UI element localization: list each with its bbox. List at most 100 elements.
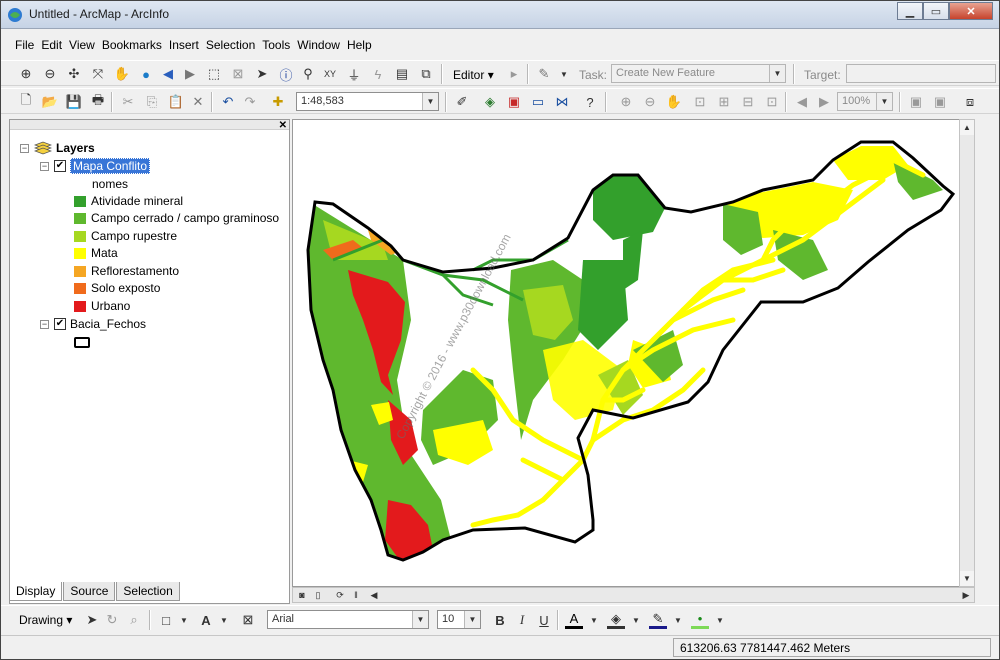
scroll-right-icon[interactable]: ▶ [959, 588, 973, 602]
editor-toolbar-icon[interactable]: ✐ [453, 93, 471, 111]
legend-class-item[interactable]: Reflorestamento [74, 263, 179, 279]
collapse-icon[interactable]: − [20, 143, 29, 153]
menu-tools[interactable]: Tools [262, 38, 290, 52]
fill-color-icon[interactable]: ◈ [607, 611, 625, 629]
measure-icon[interactable]: ⏚ [345, 65, 363, 83]
menu-file[interactable]: File [15, 38, 34, 52]
edit-tool-icon[interactable]: ▸ [505, 65, 523, 83]
map-view[interactable]: Copyright © 2016 - www.p30download.com [292, 119, 975, 587]
legend-class-item[interactable]: Solo exposto [74, 280, 160, 296]
scroll-down-icon[interactable]: ▼ [960, 571, 974, 586]
tab-source[interactable]: Source [63, 582, 116, 601]
layer-bacia-fechos[interactable]: − ✔ Bacia_Fechos [40, 316, 146, 332]
menu-help[interactable]: Help [347, 38, 372, 52]
identify-icon[interactable]: ⓘ [277, 65, 295, 83]
fixed-zoom-in-icon[interactable]: ✣ [65, 65, 83, 83]
modelbuilder-icon[interactable]: ⋈ [553, 93, 571, 111]
fixed-zoom-in-layout-icon[interactable]: ⊞ [715, 93, 733, 111]
previous-extent-icon[interactable]: ◀ [793, 93, 811, 111]
menu-bookmarks[interactable]: Bookmarks [102, 38, 162, 52]
font-color-dropdown-icon[interactable]: ▼ [585, 611, 603, 629]
back-extent-icon[interactable]: ◀ [159, 65, 177, 83]
sketch-dropdown-icon[interactable]: ▼ [555, 65, 573, 83]
sketch-tool-icon[interactable]: ✎ [535, 65, 553, 83]
pan-icon[interactable]: ✋ [113, 65, 131, 83]
rotate-icon[interactable]: ↻ [103, 611, 121, 629]
menu-insert[interactable]: Insert [169, 38, 199, 52]
cut-icon[interactable]: ✂ [119, 93, 137, 111]
scroll-up-icon[interactable]: ▲ [960, 120, 974, 135]
horizontal-scrollbar[interactable]: ◙ ▯ ⟳ ‖ ◀ ▶ [292, 587, 975, 603]
redo-icon[interactable]: ↷ [241, 93, 259, 111]
time-slider-icon[interactable]: ⧉ [417, 65, 435, 83]
layer-mapa-conflito[interactable]: − ✔ Mapa Conflito [40, 158, 151, 174]
layout-zoom-out-icon[interactable]: ⊖ [641, 93, 659, 111]
whats-this-icon[interactable]: ? [581, 93, 599, 111]
shape-dropdown-icon[interactable]: ▼ [175, 611, 193, 629]
html-popup-icon[interactable]: ▤ [393, 65, 411, 83]
toggle-draft-mode-icon[interactable]: ▣ [907, 93, 925, 111]
legend-outline-item[interactable] [74, 334, 90, 350]
arccatalog-icon[interactable]: ◈ [481, 93, 499, 111]
paste-icon[interactable]: 📋 [167, 93, 185, 111]
add-data-icon[interactable]: ✚ [269, 93, 287, 111]
marker-color-dropdown-icon[interactable]: ▼ [711, 611, 729, 629]
map-canvas[interactable]: Copyright © 2016 - www.p30download.com [293, 120, 975, 587]
close-button[interactable]: ✕ [949, 2, 993, 20]
new-document-icon[interactable]: 🗋 [17, 92, 35, 111]
legend-class-item[interactable]: Mata [74, 245, 118, 261]
font-color-icon[interactable]: A [565, 611, 583, 629]
fixed-zoom-out-icon[interactable]: ⤧ [89, 65, 107, 83]
italic-button[interactable]: I [513, 611, 531, 629]
arctoolbox-icon[interactable]: ▣ [505, 93, 523, 111]
print-icon[interactable]: 🖶 [89, 92, 107, 111]
bold-button[interactable]: B [491, 611, 509, 629]
legend-class-item[interactable]: Campo rupestre [74, 228, 177, 244]
menu-edit[interactable]: Edit [41, 38, 62, 52]
select-elements-icon[interactable]: ➤ [83, 611, 101, 629]
line-color-icon[interactable]: ✎ [649, 611, 667, 629]
fixed-zoom-out-layout-icon[interactable]: ⊟ [739, 93, 757, 111]
font-size-dropdown[interactable]: 10 ▼ [437, 610, 481, 629]
clear-selection-icon[interactable]: ⊠ [229, 65, 247, 83]
layer-visibility-checkbox[interactable]: ✔ [54, 318, 66, 330]
hyperlink-icon[interactable]: ϟ [369, 65, 387, 83]
forward-extent-icon[interactable]: ▶ [181, 65, 199, 83]
command-line-icon[interactable]: ▭ [529, 93, 547, 111]
editor-menu[interactable]: Editor ▾ [453, 68, 494, 82]
tab-selection[interactable]: Selection [116, 582, 180, 601]
rectangle-icon[interactable]: □ [157, 611, 175, 629]
zoom-out-icon[interactable]: ⊖ [41, 65, 59, 83]
menu-view[interactable]: View [69, 38, 95, 52]
layer-name[interactable]: Mapa Conflito [70, 158, 151, 174]
minimize-button[interactable]: ▁ [897, 2, 923, 20]
insert-picture-icon[interactable]: ⊠ [239, 611, 257, 629]
menu-window[interactable]: Window [297, 38, 340, 52]
layout-view-icon[interactable]: ▯ [311, 588, 325, 602]
zoom-100-icon[interactable]: ⊡ [763, 93, 781, 111]
layout-zoom-dropdown[interactable]: 100% ▼ [837, 92, 893, 111]
layer-visibility-checkbox[interactable]: ✔ [54, 160, 66, 172]
toc-root-layers[interactable]: − Layers [20, 140, 95, 156]
map-scale-dropdown[interactable]: 1:48,583 ▼ [296, 92, 439, 111]
font-name-dropdown[interactable]: Arial ▼ [267, 610, 429, 629]
underline-button[interactable]: U [535, 611, 553, 629]
legend-class-item[interactable]: Atividade mineral [74, 193, 183, 209]
refresh-icon[interactable]: ⟳ [333, 588, 347, 602]
zoom-to-selected-icon[interactable]: ⌕ [125, 611, 143, 629]
tab-display[interactable]: Display [9, 582, 63, 601]
legend-class-item[interactable]: Campo cerrado / campo graminoso [74, 210, 279, 226]
focus-data-frame-icon[interactable]: ▣ [931, 93, 949, 111]
collapse-icon[interactable]: − [40, 161, 49, 171]
full-extent-icon[interactable]: ● [137, 65, 155, 83]
menu-selection[interactable]: Selection [206, 38, 255, 52]
change-layout-icon[interactable]: ⧈ [961, 93, 979, 111]
collapse-icon[interactable]: − [40, 319, 49, 329]
marker-color-icon[interactable]: • [691, 611, 709, 629]
fill-color-dropdown-icon[interactable]: ▼ [627, 611, 645, 629]
line-color-dropdown-icon[interactable]: ▼ [669, 611, 687, 629]
layer-name[interactable]: Bacia_Fechos [70, 317, 146, 331]
layout-zoom-in-icon[interactable]: ⊕ [617, 93, 635, 111]
next-extent-icon[interactable]: ▶ [815, 93, 833, 111]
zoom-in-icon[interactable]: ⊕ [17, 65, 35, 83]
